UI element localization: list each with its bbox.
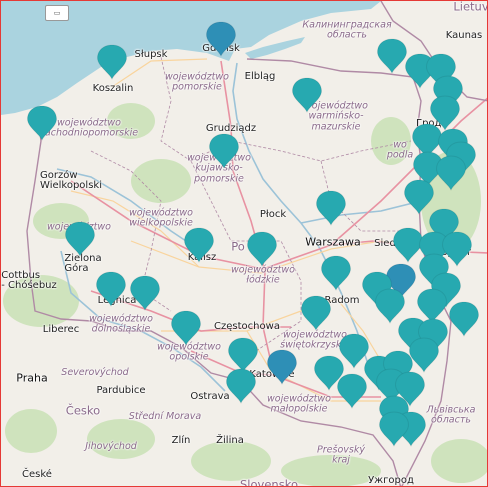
label-pomorskie: województwo pomorskie: [165, 71, 229, 93]
label-slovensko: Slovensko: [240, 477, 298, 487]
label-dolnoslaskie: województwo dolnośląskie: [89, 313, 153, 335]
label-ceske: České: [22, 469, 52, 480]
label-warszawa: Warszawa: [305, 235, 361, 249]
map-marker-icon[interactable]: [266, 349, 298, 385]
label-cottbus: Cottbus - Chóśebuz: [1, 270, 57, 291]
label-ostrava: Ostrava: [190, 391, 230, 402]
map-marker-icon[interactable]: [26, 105, 58, 141]
map-marker-icon[interactable]: [208, 133, 240, 169]
map-marker-icon[interactable]: [170, 310, 202, 346]
label-zlin: Zlín: [171, 435, 191, 446]
label-lviv: Львівська область: [426, 404, 476, 426]
map-marker-icon[interactable]: [291, 77, 323, 113]
map-marker-icon[interactable]: [320, 255, 352, 291]
label-lodzkie: województwo łódzkie: [231, 264, 295, 286]
label-severovychod: Severovýchod: [61, 366, 129, 378]
map-marker-icon[interactable]: [64, 221, 96, 257]
label-jihovychod: Jihovýchod: [85, 440, 137, 452]
label-malopolskie: województwo małopolskie: [267, 393, 331, 415]
label-uzhhorod: Ужгород: [368, 475, 414, 486]
label-stredni-morava: Střední Morava: [128, 410, 202, 422]
label-elblag: Elbląg: [244, 71, 276, 82]
label-poland: Po: [231, 239, 245, 254]
map-badge-icon: ▭: [45, 5, 69, 21]
map-marker-icon[interactable]: [300, 295, 332, 331]
label-plock: Płock: [259, 209, 287, 220]
map-marker-icon[interactable]: [183, 227, 215, 263]
label-gorzow: Gorzów Wielkopolski: [40, 170, 102, 191]
label-podlaskie: wo podla: [386, 139, 414, 161]
label-slupsk: Słupsk: [134, 49, 168, 60]
map-marker-icon[interactable]: [448, 301, 480, 337]
map-marker-icon[interactable]: [435, 155, 467, 191]
map-marker-icon[interactable]: [129, 275, 161, 311]
map-marker-icon[interactable]: [378, 411, 410, 447]
map-marker-icon[interactable]: [376, 38, 408, 74]
label-pardubice: Pardubice: [96, 385, 146, 396]
map-marker-icon[interactable]: [246, 231, 278, 267]
map-marker-icon[interactable]: [225, 368, 257, 404]
label-zilina: Žilina: [216, 435, 244, 446]
map-marker-icon[interactable]: [95, 271, 127, 307]
label-cesko: Česko: [65, 403, 101, 418]
map-marker-icon[interactable]: [96, 44, 128, 80]
label-kaunas: Kaunas: [445, 30, 483, 41]
map-marker-icon[interactable]: [336, 373, 368, 409]
label-koszalin: Koszalin: [92, 83, 134, 94]
label-praha: Praha: [16, 371, 48, 385]
map-view[interactable]: ▭ Калининградская область Lietuv Kaunas Гро…: [0, 0, 488, 487]
label-liberec: Liberec: [42, 324, 80, 335]
map-marker-icon[interactable]: [205, 21, 237, 57]
label-lietuva: Lietuv: [453, 0, 488, 14]
label-presov: Prešovský kraj: [317, 444, 365, 466]
map-marker-icon[interactable]: [315, 190, 347, 226]
label-czestochowa: Częstochowa: [214, 321, 280, 332]
